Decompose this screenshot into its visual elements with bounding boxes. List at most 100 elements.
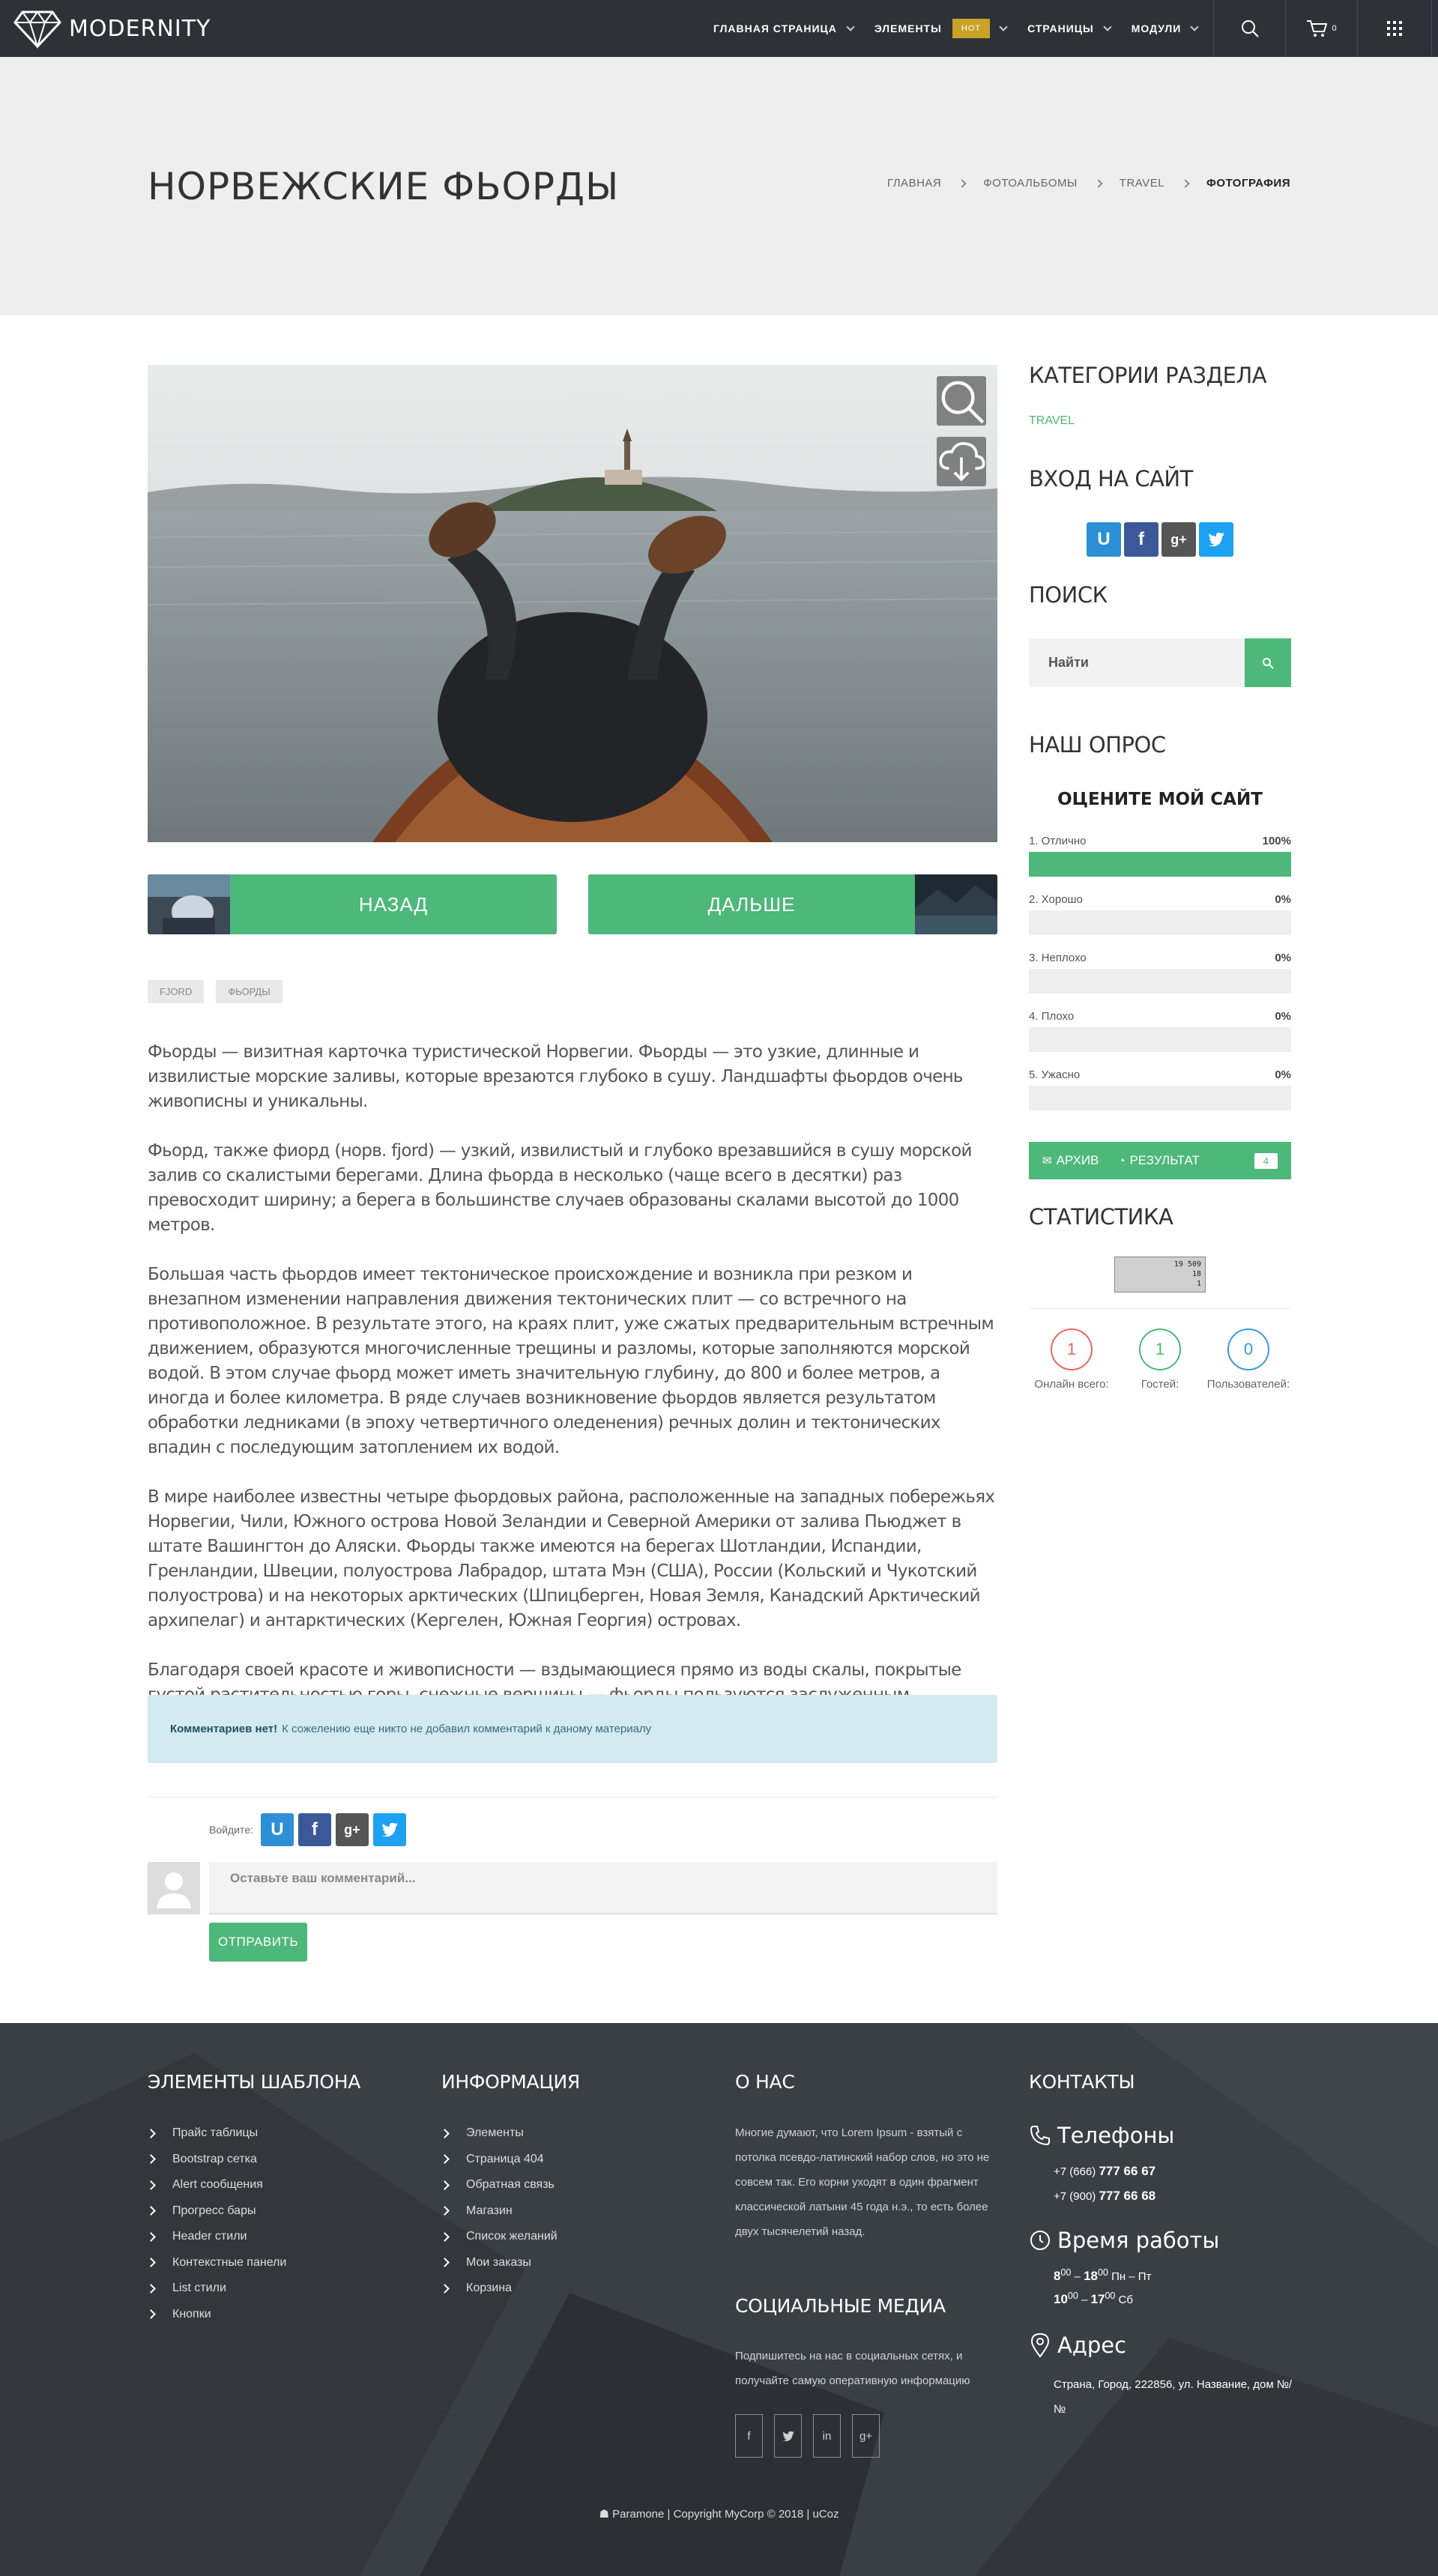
poll-option: 3. Неплохо 0% — [1029, 952, 1291, 994]
footer-link[interactable]: Прайс таблицы — [146, 2120, 286, 2147]
footer-link-label: Корзина — [466, 2282, 512, 2295]
copyright: ☗ Paramone | Copyright MyCorp © 2018 | u… — [0, 2507, 1438, 2521]
top-navbar: MODERNITY ГЛАВНАЯ СТРАНИЦА ЭЛЕМЕНТЫ HOT … — [0, 0, 1438, 57]
comment-input[interactable] — [209, 1862, 997, 1914]
phone-prefix: +7 (666) — [1054, 2165, 1096, 2178]
breadcrumb-travel[interactable]: TRAVEL — [1120, 177, 1164, 190]
zoom-button[interactable] — [937, 376, 986, 426]
search-input[interactable] — [1029, 638, 1245, 687]
grid-menu-button[interactable] — [1357, 0, 1432, 57]
nav-pages[interactable]: СТРАНИЦЫ — [1027, 22, 1112, 34]
login-label: Войдите: — [209, 1824, 253, 1836]
poll-heading: НАШ ОПРОС — [1029, 732, 1166, 758]
google-plus-login-icon[interactable]: g+ — [335, 1813, 369, 1846]
tag-fjords-ru[interactable]: ФЬОРДЫ — [216, 980, 283, 1003]
footer-link[interactable]: Обратная связь — [440, 2172, 558, 2198]
visitor-counter-widget[interactable]: 19 509 18 1 — [1114, 1257, 1206, 1292]
no-comments-alert: Комментариев нет! К сожелению еще никто … — [148, 1695, 997, 1763]
address-title: Адрес — [1057, 2332, 1127, 2358]
breadcrumb: ГЛАВНАЯ ФОТОАЛЬБОМЫ TRAVEL ФОТОГРАФИЯ — [887, 177, 1290, 190]
hours-to: 18 — [1084, 2269, 1098, 2283]
hours-line: 1000 – 1700 Сб — [1054, 2291, 1133, 2306]
footer-link[interactable]: Страница 404 — [440, 2147, 558, 2173]
next-photo-button[interactable]: ДАЛЬШЕ — [588, 874, 997, 934]
footer-link[interactable]: Магазин — [440, 2198, 558, 2225]
facebook-icon[interactable]: f — [735, 2414, 763, 2458]
download-button[interactable] — [937, 437, 986, 486]
statistics-heading: СТАТИСТИКА — [1029, 1204, 1173, 1230]
ucoz-login-icon[interactable]: U — [1087, 522, 1121, 557]
phones-heading: Телефоны — [1029, 2123, 1174, 2148]
poll-bar — [1029, 910, 1291, 935]
footer-link[interactable]: Список желаний — [440, 2224, 558, 2250]
hours-from-min: 00 — [1067, 2291, 1078, 2301]
main-photo[interactable] — [148, 365, 997, 842]
hours-days: Сб — [1118, 2294, 1133, 2306]
submit-comment-button[interactable]: ОТПРАВИТЬ — [209, 1923, 307, 1962]
breadcrumb-home[interactable]: ГЛАВНАЯ — [887, 177, 941, 190]
search-icon — [1263, 657, 1274, 669]
chevron-right-icon — [440, 2154, 450, 2165]
chevron-down-icon — [1103, 22, 1112, 31]
poll-option-label: 5. Ужасно — [1029, 1068, 1081, 1081]
footer-social-text: Подпишитесь на нас в социальных сетях, и… — [735, 2350, 970, 2387]
footer-link[interactable]: Корзина — [440, 2276, 558, 2302]
logo[interactable]: MODERNITY — [13, 7, 211, 49]
twitter-icon[interactable] — [774, 2414, 802, 2458]
categories-heading: КАТЕГОРИИ РАЗДЕЛА — [1029, 363, 1267, 388]
phone-number: 777 66 68 — [1099, 2189, 1156, 2203]
article-paragraph: Фьорды — визитная карточка туристической… — [148, 1042, 963, 1111]
nav-home[interactable]: ГЛАВНАЯ СТРАНИЦА — [713, 22, 855, 34]
counter-today: 18 — [1191, 1270, 1201, 1278]
phone-line[interactable]: +7 (900) 777 66 68 — [1054, 2189, 1155, 2204]
stat-users: 0 Пользователей: — [1196, 1328, 1301, 1391]
footer-link-label: Страница 404 — [466, 2152, 544, 2165]
footer-link[interactable]: Контекстные панели — [146, 2250, 286, 2276]
google-plus-login-icon[interactable]: g+ — [1161, 522, 1196, 557]
twitter-login-icon[interactable] — [372, 1813, 406, 1846]
poll-archive-button[interactable]: ✉ АРХИВ — [1042, 1153, 1099, 1168]
breadcrumb-albums[interactable]: ФОТОАЛЬБОМЫ — [983, 177, 1078, 190]
facebook-login-icon[interactable]: f — [297, 1813, 331, 1846]
poll-option-label: 3. Неплохо — [1029, 952, 1087, 964]
poll-option-percent: 100% — [1262, 835, 1291, 847]
search-submit-button[interactable] — [1245, 638, 1291, 687]
phone-prefix: +7 (900) — [1054, 2190, 1096, 2203]
twitter-login-icon[interactable] — [1199, 522, 1233, 557]
search-button[interactable] — [1213, 0, 1285, 57]
footer-link[interactable]: Header стили — [146, 2224, 286, 2250]
divider — [148, 1797, 997, 1798]
google-plus-icon[interactable]: g+ — [852, 2414, 880, 2458]
facebook-login-icon[interactable]: f — [1124, 522, 1158, 557]
hours-title: Время работы — [1057, 2228, 1220, 2253]
footer-link[interactable]: Bootstrap сетка — [146, 2147, 286, 2173]
footer-link[interactable]: Элементы — [440, 2120, 558, 2147]
page-header: НОРВЕЖСКИЕ ФЬОРДЫ ГЛАВНАЯ ФОТОАЛЬБОМЫ TR… — [0, 57, 1438, 315]
poll-result-button[interactable]: ◔ РЕЗУЛЬТАТ — [1118, 1153, 1200, 1168]
footer-link[interactable]: Alert сообщения — [146, 2172, 286, 2198]
poll-option-percent: 0% — [1275, 893, 1291, 906]
footer-link[interactable]: Мои заказы — [440, 2250, 558, 2276]
prev-photo-button[interactable]: НАЗАД — [148, 874, 557, 934]
lake-boat-photo — [148, 365, 997, 842]
nav-elements-label: ЭЛЕМЕНТЫ — [874, 22, 942, 34]
footer-link-label: Прогресс бары — [172, 2204, 256, 2217]
cart-button[interactable]: 0 — [1285, 0, 1357, 57]
footer-link[interactable]: Прогресс бары — [146, 2198, 286, 2225]
phone-line[interactable]: +7 (666) 777 66 67 — [1054, 2164, 1155, 2179]
ucoz-login-icon[interactable]: U — [260, 1813, 294, 1846]
next-label: ДАЛЬШЕ — [707, 892, 796, 916]
copyright-text: Paramone | Copyright MyCorp © 2018 | uCo… — [612, 2508, 839, 2521]
poll-actions-bar: ✉ АРХИВ ◔ РЕЗУЛЬТАТ 4 — [1029, 1142, 1291, 1179]
nav-elements[interactable]: ЭЛЕМЕНТЫ HOT — [874, 19, 1008, 38]
tag-fjord[interactable]: FJORD — [148, 980, 205, 1003]
tag-list: FJORD ФЬОРДЫ — [148, 980, 294, 1003]
footer-link[interactable]: Кнопки — [146, 2302, 286, 2328]
pie-chart-icon: ◔ — [1118, 1154, 1126, 1167]
category-link-travel[interactable]: TRAVEL — [1029, 414, 1075, 428]
linkedin-icon[interactable]: in — [813, 2414, 841, 2458]
article-paragraph: Фьорд, также фиорд (норв. fjord) — узкий… — [148, 1141, 972, 1235]
address-heading: Адрес — [1029, 2332, 1126, 2358]
nav-modules[interactable]: МОДУЛИ — [1132, 22, 1199, 34]
footer-link[interactable]: List стили — [146, 2276, 286, 2302]
